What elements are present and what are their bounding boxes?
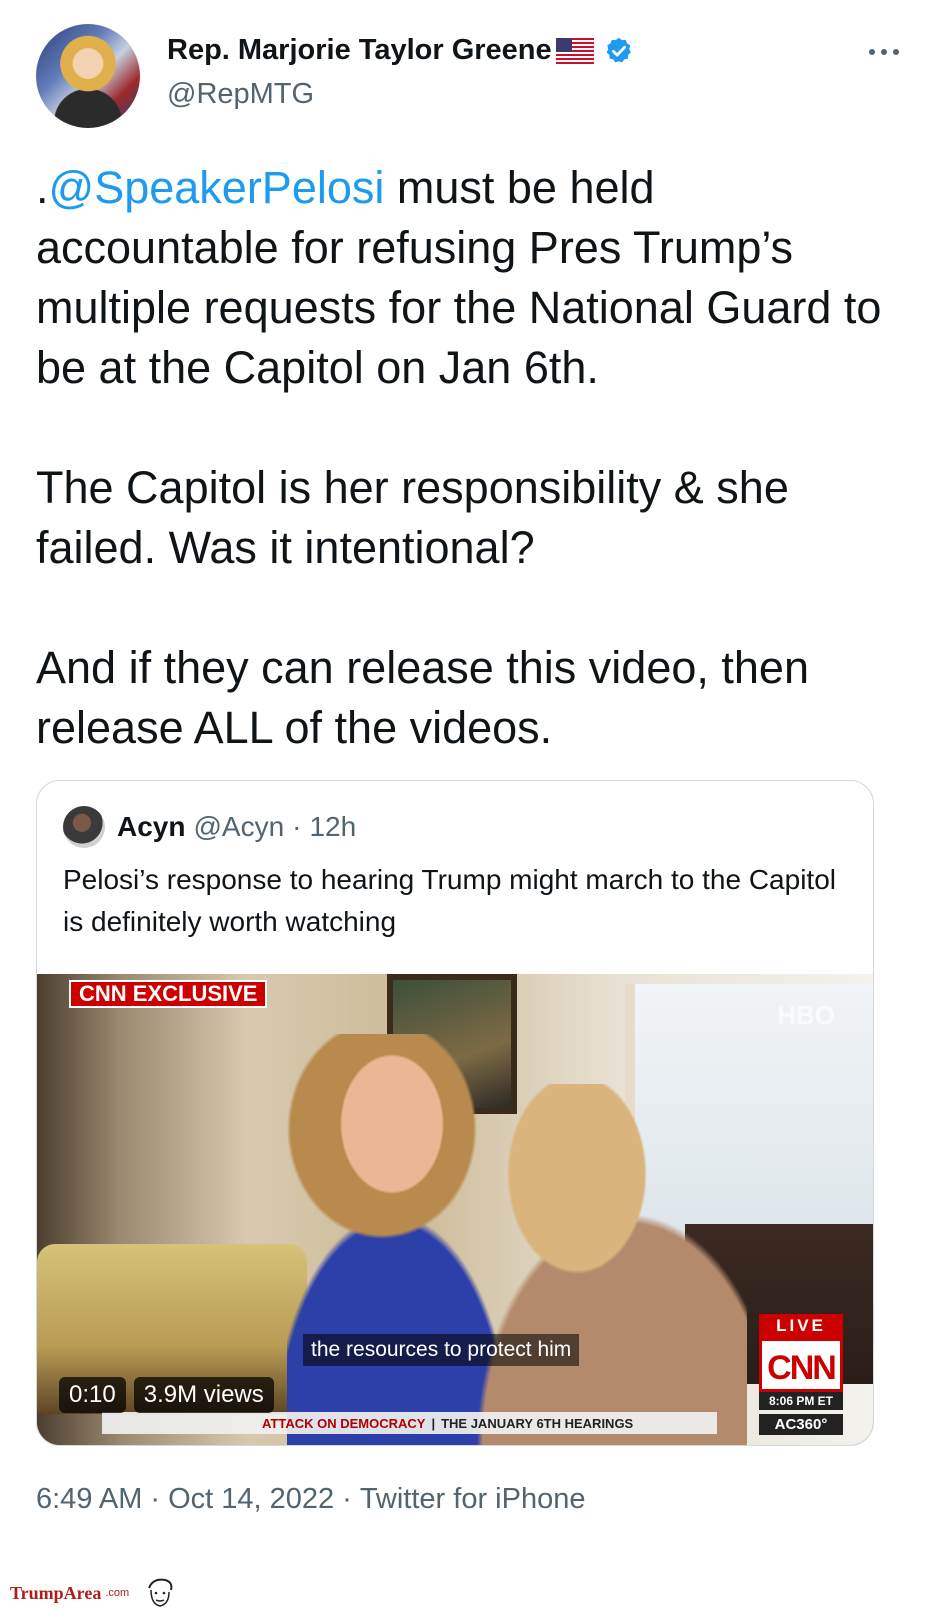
- broadcast-clock: 8:06 PM ET: [759, 1392, 843, 1410]
- separator-dot: ·: [342, 1483, 352, 1515]
- quoted-author-handle: @Acyn: [193, 811, 285, 842]
- author-name-row: Rep. Marjorie Taylor Greene: [167, 34, 634, 67]
- hbo-watermark: HBO: [777, 1000, 835, 1030]
- quoted-author-name: Acyn: [117, 811, 186, 842]
- ticker-separator: |: [431, 1415, 436, 1431]
- caricature-icon: [148, 1578, 173, 1607]
- author-display-name[interactable]: Rep. Marjorie Taylor Greene: [167, 34, 552, 67]
- news-ticker: ATTACK ON DEMOCRACY | THE JANUARY 6TH HE…: [102, 1412, 717, 1434]
- tweet-timestamp: 6:49 AM · Oct 14, 2022 · Twitter for iPhone: [36, 1483, 585, 1516]
- tweet-paragraph-1: .@SpeakerPelosi must be held accountable…: [36, 158, 904, 398]
- verified-badge-icon: [606, 37, 631, 62]
- author-handle[interactable]: @RepMTG: [167, 78, 314, 111]
- ticker-headline: ATTACK ON DEMOCRACY: [262, 1415, 426, 1431]
- tweet-paragraph-3: And if they can release this video, then…: [36, 642, 809, 753]
- quoted-tweet-text: Pelosi’s response to hearing Trump might…: [63, 864, 836, 937]
- mention-link[interactable]: @SpeakerPelosi: [49, 162, 385, 213]
- tweet-paragraph-2: The Capitol is her responsibility & she …: [36, 462, 789, 573]
- tweet-time[interactable]: 6:49 AM: [36, 1483, 142, 1515]
- live-label: LIVE: [759, 1314, 843, 1338]
- watermark-tld: .com: [105, 1587, 130, 1599]
- tweet-prefix: .: [36, 162, 49, 213]
- video-player[interactable]: CNN EXCLUSIVE HBO the resources to prote…: [37, 974, 873, 1445]
- video-caption: the resources to protect him: [303, 1334, 580, 1366]
- tweet-source[interactable]: Twitter for iPhone: [360, 1483, 586, 1515]
- cnn-exclusive-badge: CNN EXCLUSIVE: [69, 980, 268, 1008]
- tweet-header: Rep. Marjorie Taylor Greene @RepMTG: [36, 24, 904, 132]
- more-options-icon[interactable]: [864, 42, 904, 62]
- tweet-body: .@SpeakerPelosi must be held accountable…: [36, 158, 904, 758]
- show-name: AC360°: [759, 1414, 843, 1435]
- video-duration: 0:10: [59, 1377, 126, 1413]
- separator-dot: ·: [292, 811, 302, 842]
- tweet-date[interactable]: Oct 14, 2022: [168, 1483, 334, 1515]
- video-stats: 0:10 3.9M views: [59, 1377, 274, 1413]
- separator-dot: ·: [150, 1483, 161, 1515]
- video-frame-person-1: [287, 1034, 497, 1445]
- quoted-tweet[interactable]: Acyn @Acyn · 12h Pelosi’s response to he…: [36, 780, 874, 1446]
- cnn-live-bug: LIVE CNN 8:06 PM ET: [759, 1314, 843, 1410]
- watermark-brand: TrumpArea: [10, 1582, 102, 1603]
- video-views: 3.9M views: [133, 1377, 274, 1413]
- quoted-tweet-time: 12h: [309, 811, 357, 842]
- quoted-author-avatar: [63, 806, 105, 848]
- ticker-subhead: THE JANUARY 6TH HEARINGS: [441, 1415, 634, 1431]
- quoted-tweet-header: Acyn @Acyn · 12h: [63, 805, 356, 849]
- video-frame-person-2: [467, 1084, 747, 1445]
- author-avatar[interactable]: [36, 24, 140, 128]
- us-flag-icon: [555, 37, 594, 64]
- site-watermark: TrumpArea .com: [10, 1576, 177, 1610]
- cnn-logo: CNN: [759, 1338, 843, 1392]
